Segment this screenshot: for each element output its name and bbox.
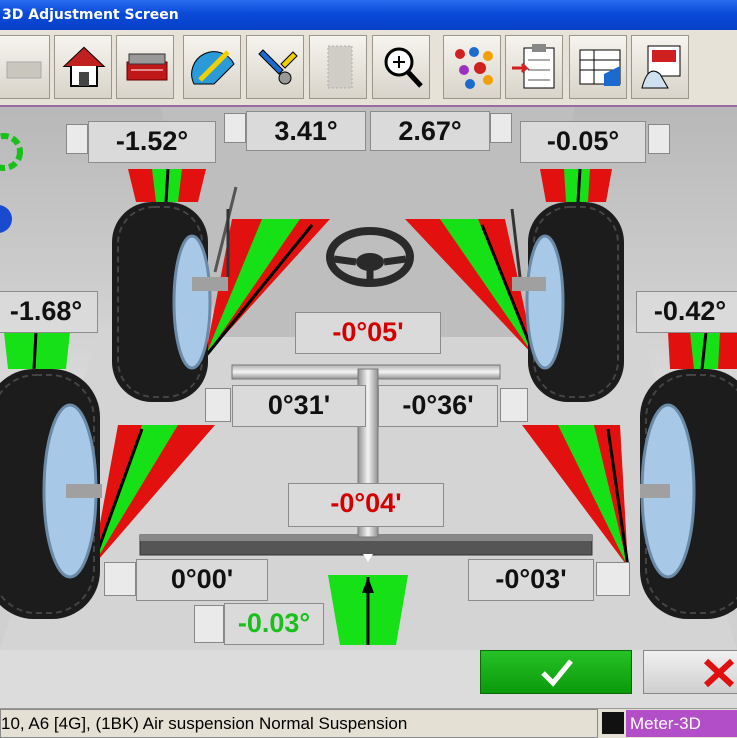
- setback-angle: -0.03°: [224, 603, 324, 645]
- vehicle-specs-button[interactable]: [116, 35, 174, 99]
- rear-left-tire-icon: [0, 369, 102, 619]
- toolbar: [0, 30, 737, 107]
- wrench-adjust-icon: [258, 49, 298, 85]
- angle-gauge-button[interactable]: [183, 35, 241, 99]
- component-view-icon: [455, 47, 493, 89]
- angle-gauge-icon: [191, 50, 235, 85]
- front-right-camber: -0.05°: [520, 121, 646, 163]
- rear-right-tire-icon: [640, 369, 737, 619]
- table-data-button[interactable]: [569, 35, 627, 99]
- rear-right-camber: -0.42°: [636, 291, 737, 333]
- front-right-caster: 2.67°: [370, 111, 490, 151]
- window-title: 3D Adjustment Screen: [2, 7, 179, 23]
- clipboard-report-button[interactable]: [505, 35, 563, 99]
- camber-icon: [66, 124, 88, 154]
- title-bar: 3D Adjustment Screen: [0, 0, 737, 30]
- disabled-tool-icon: [6, 61, 42, 79]
- table-data-icon: [579, 49, 621, 86]
- toe-icon: [596, 562, 630, 596]
- accept-button[interactable]: [480, 650, 632, 694]
- close-icon: [703, 658, 735, 688]
- thrust-angle: -0°04': [288, 483, 444, 527]
- blank-tool-button: [309, 35, 367, 99]
- caster-icon: [490, 113, 512, 143]
- vehicle-specs-icon: [126, 53, 168, 81]
- front-right-toe: -0°36': [378, 385, 498, 427]
- meter-status: Meter-3D: [626, 710, 737, 737]
- toe-icon: [104, 562, 136, 596]
- print-report-icon: [641, 45, 681, 89]
- front-left-caster: 3.41°: [246, 111, 366, 151]
- toolbar-button-disabled: [0, 35, 50, 99]
- toe-icon: [500, 388, 528, 422]
- rear-right-toe: -0°03': [468, 559, 594, 601]
- setback-icon: [194, 605, 224, 643]
- blank-tool-icon: [327, 45, 353, 89]
- component-view-button[interactable]: [443, 35, 501, 99]
- status-bar: 10, A6 [4G], (1BK) Air suspension Normal…: [0, 708, 737, 738]
- front-left-camber: -1.52°: [88, 121, 216, 163]
- home-button[interactable]: [54, 35, 112, 99]
- zoom-button[interactable]: [372, 35, 430, 99]
- caster-icon: [224, 113, 246, 143]
- checkmark-icon: [541, 659, 573, 687]
- home-icon: [62, 46, 106, 87]
- print-report-button[interactable]: [631, 35, 689, 99]
- camber-icon: [648, 124, 670, 154]
- clipboard-report-icon: [512, 44, 555, 89]
- toe-icon: [205, 388, 231, 422]
- front-left-toe: 0°31': [232, 385, 366, 427]
- wrench-adjust-button[interactable]: [246, 35, 304, 99]
- cancel-button[interactable]: [643, 650, 737, 694]
- vehicle-info: 10, A6 [4G], (1BK) Air suspension Normal…: [0, 709, 598, 738]
- zoom-icon: [384, 47, 423, 88]
- rear-left-camber: -1.68°: [0, 291, 98, 333]
- meter-icon: [602, 712, 624, 734]
- alignment-scene: -1.52° 3.41° 2.67° -0.05° -1.68° -0.42° …: [0, 107, 737, 650]
- steering-wheel-angle: -0°05': [295, 312, 441, 354]
- rear-left-toe: 0°00': [136, 559, 268, 601]
